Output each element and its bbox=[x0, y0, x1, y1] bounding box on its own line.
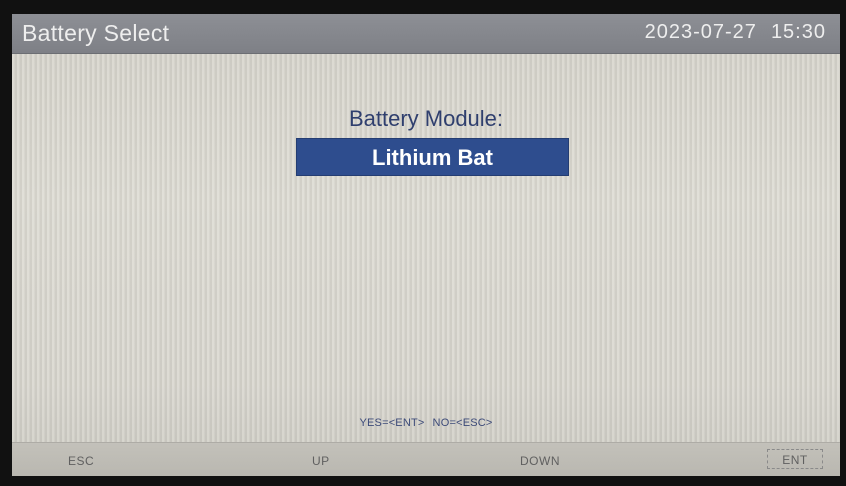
title-bar: Battery Select 2023-07-27 15:30 bbox=[12, 14, 840, 54]
up-softkey[interactable]: UP bbox=[312, 454, 330, 468]
lcd-screen: Battery Select 2023-07-27 15:30 Battery M… bbox=[12, 14, 840, 476]
prompt-yes: YES=<ENT> bbox=[359, 417, 425, 429]
battery-module-selector[interactable]: Lithium Bat bbox=[296, 138, 569, 176]
battery-module-label: Battery Module: bbox=[348, 106, 504, 131]
date-text: 2023-07-27 bbox=[644, 21, 757, 43]
page-title: Battery Select bbox=[22, 20, 170, 46]
esc-softkey[interactable]: ESC bbox=[68, 454, 94, 468]
device-bezel: Battery Select 2023-07-27 15:30 Battery M… bbox=[0, 0, 846, 486]
down-softkey[interactable]: DOWN bbox=[520, 454, 560, 468]
prompt-no: NO=<ESC> bbox=[432, 417, 493, 429]
confirm-prompt: YES=<ENT> NO=<ESC> bbox=[12, 417, 840, 429]
softkey-bar: ESC UP DOWN ENT bbox=[12, 442, 840, 476]
ent-softkey[interactable]: ENT bbox=[767, 449, 823, 469]
datetime-display: 2023-07-27 15:30 bbox=[645, 21, 826, 44]
time-text: 15:30 bbox=[770, 21, 826, 43]
